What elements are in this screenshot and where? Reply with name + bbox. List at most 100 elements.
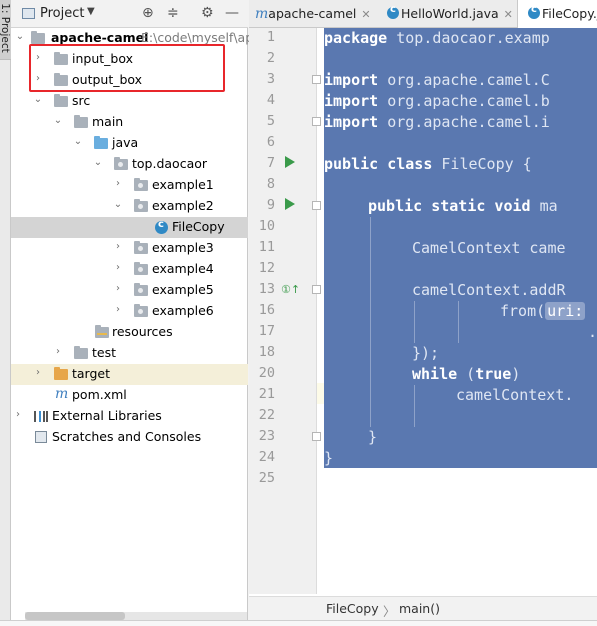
tree-item-example1[interactable]: › example1 <box>11 175 248 196</box>
scratches-icon <box>35 431 47 443</box>
code-line-18: }); <box>412 344 440 362</box>
tree-item-scratches[interactable]: Scratches and Consoles <box>11 427 248 448</box>
close-icon[interactable]: ✕ <box>361 8 370 21</box>
line-number: 1 <box>266 29 275 45</box>
resources-folder-icon <box>95 325 109 338</box>
code-line-4: import org.apache.camel.b <box>324 92 550 110</box>
tree-item-label: test <box>92 345 117 360</box>
tree-item-example3[interactable]: › example3 <box>11 238 248 259</box>
tree-item-test[interactable]: › test <box>11 343 248 364</box>
chevron-down-icon[interactable]: ⌄ <box>93 157 103 168</box>
run-main-icon[interactable] <box>285 198 295 210</box>
tree-item-example4[interactable]: › example4 <box>11 259 248 280</box>
code-selection[interactable]: package top.daocaor.examp import org.apa… <box>324 28 597 468</box>
project-panel-header: Project ▼ ⊕ ≑ ⚙ — <box>11 0 248 28</box>
breadcrumb-method[interactable]: main() <box>399 601 440 616</box>
tree-item-label: example6 <box>152 303 214 318</box>
line-number: 17 <box>258 323 275 339</box>
indent-guide <box>414 385 415 427</box>
chevron-right-icon[interactable]: › <box>113 283 123 294</box>
locate-target-icon[interactable]: ⊕ <box>142 5 154 21</box>
folder-icon <box>54 94 68 107</box>
package-icon <box>114 157 128 170</box>
indent-guide <box>370 217 371 427</box>
fold-marker-icon[interactable] <box>312 201 321 210</box>
chevron-down-icon[interactable]: ⌄ <box>15 31 25 42</box>
tree-item-label: example1 <box>152 177 214 192</box>
fold-marker-icon[interactable] <box>312 432 321 441</box>
close-icon[interactable]: ✕ <box>504 8 513 21</box>
line-number: 4 <box>266 92 275 108</box>
tree-item-label: main <box>92 114 124 129</box>
tab-apache-camel[interactable]: mapache-camel ✕ <box>255 0 371 28</box>
tree-item-filecopy[interactable]: FileCopy <box>11 217 248 238</box>
line-number: 23 <box>258 428 275 444</box>
chevron-down-icon[interactable]: ⌄ <box>33 94 43 105</box>
tree-item-example2[interactable]: ⌄ example2 <box>11 196 248 217</box>
tree-root-label: apache-camel <box>51 30 149 45</box>
fold-marker-icon[interactable] <box>312 285 321 294</box>
chevron-right-icon[interactable]: › <box>113 178 123 189</box>
code-line-20: while (true) <box>412 365 521 383</box>
maven-icon: m <box>255 6 269 22</box>
chevron-down-icon[interactable]: ⌄ <box>53 115 63 126</box>
editor-tabs: mapache-camel ✕ HelloWorld.java ✕ FileCopy… <box>249 0 597 28</box>
line-number: 18 <box>258 344 275 360</box>
run-class-icon[interactable] <box>285 156 295 168</box>
breadcrumb-class[interactable]: FileCopy <box>326 601 379 616</box>
tree-item-label: top.daocaor <box>132 156 208 171</box>
package-icon <box>134 241 148 254</box>
tree-item-label: Scratches and Consoles <box>52 429 202 444</box>
indent-guide <box>414 301 415 343</box>
tab-filecopy[interactable]: FileCopy.j <box>517 0 597 28</box>
project-view-title[interactable]: Project <box>40 6 84 21</box>
project-tool-label: 1: Project <box>0 3 11 53</box>
code-line-16: from(uri: <box>500 302 586 320</box>
chevron-right-icon[interactable]: › <box>13 409 23 420</box>
tree-item-main[interactable]: ⌄ main <box>11 112 248 133</box>
java-class-icon <box>528 4 540 19</box>
line-number: 8 <box>266 176 275 192</box>
tree-item-top-daocaor[interactable]: ⌄ top.daocaor <box>11 154 248 175</box>
implements-icon[interactable]: ①↑ <box>281 283 300 296</box>
project-view-icon <box>22 8 35 19</box>
tree-item-label: example2 <box>152 198 214 213</box>
code-line-11: CamelContext came <box>412 239 566 257</box>
tree-item-label: example5 <box>152 282 214 297</box>
tree-item-target[interactable]: › target <box>11 364 248 385</box>
scrollbar-thumb[interactable] <box>25 612 125 620</box>
fold-marker-icon[interactable] <box>312 75 321 84</box>
chevron-down-icon[interactable]: ⌄ <box>73 136 83 147</box>
hide-panel-icon[interactable]: — <box>225 5 239 21</box>
tool-window-stripe: 1: Project <box>0 0 11 626</box>
chevron-right-icon[interactable]: › <box>53 346 63 357</box>
tree-item-pom-xml[interactable]: m pom.xml <box>11 385 248 406</box>
chevron-down-icon[interactable]: ⌄ <box>113 199 123 210</box>
chevron-right-icon[interactable]: › <box>113 262 123 273</box>
package-icon <box>134 178 148 191</box>
chevron-right-icon[interactable]: › <box>113 304 123 315</box>
editor-gutter[interactable]: 1 2 3 4 5 6 7 8 9 10 11 12 13 16 17 18 2… <box>249 28 321 594</box>
tab-label: FileCopy.j <box>542 6 597 21</box>
tab-helloworld[interactable]: HelloWorld.java ✕ <box>387 0 513 28</box>
tree-item-example5[interactable]: › example5 <box>11 280 248 301</box>
chevron-down-icon[interactable]: ▼ <box>87 6 95 17</box>
line-number: 7 <box>266 155 275 171</box>
excluded-folder-icon <box>54 367 68 380</box>
line-number: 16 <box>258 302 275 318</box>
tree-item-resources[interactable]: resources <box>11 322 248 343</box>
tree-item-src[interactable]: ⌄ src <box>11 91 248 112</box>
fold-marker-icon[interactable] <box>312 117 321 126</box>
chevron-right-icon[interactable]: › <box>33 367 43 378</box>
package-icon <box>134 262 148 275</box>
tree-item-example6[interactable]: › example6 <box>11 301 248 322</box>
horizontal-scrollbar[interactable] <box>25 612 247 620</box>
project-tool-tab[interactable]: 1: Project <box>0 0 11 60</box>
chevron-right-icon[interactable]: › <box>113 241 123 252</box>
tree-item-java[interactable]: ⌄ java <box>11 133 248 154</box>
line-number: 12 <box>258 260 275 276</box>
highlight-annotation-box <box>29 44 225 92</box>
tree-item-external-libraries[interactable]: › External Libraries <box>11 406 248 427</box>
collapse-all-icon[interactable]: ≑ <box>167 5 179 21</box>
gear-icon[interactable]: ⚙ <box>201 5 214 21</box>
